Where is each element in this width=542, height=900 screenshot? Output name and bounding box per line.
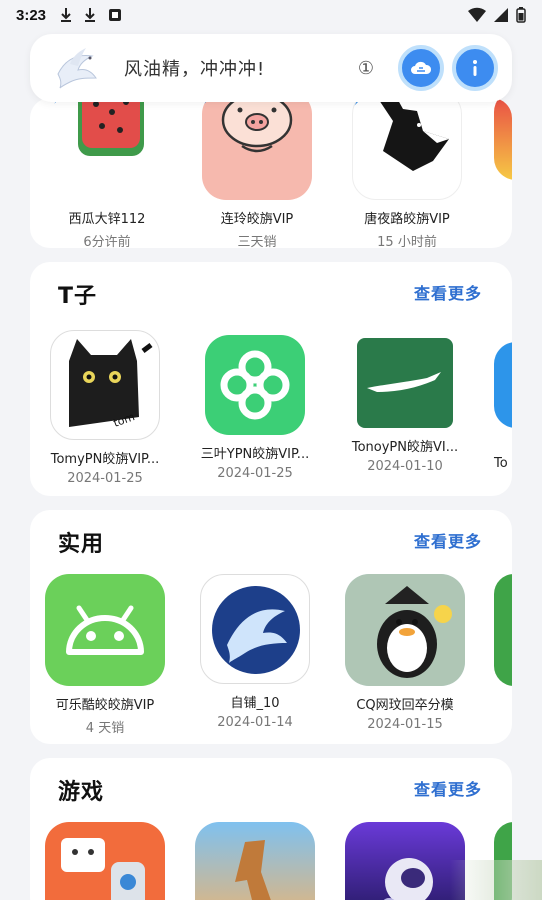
cloud-icon [411,61,432,74]
android-icon [66,605,144,655]
black-cat-app-icon: tom [50,330,160,440]
app-date: 2024-01-15 [367,717,443,732]
app-time: 6分许前 [83,235,131,248]
section-title: 实用 [58,532,105,557]
header-slogan: 风油精，冲冲冲! [124,59,266,80]
dove-logo-icon [57,48,97,89]
dove-app-icon [200,574,310,684]
pig-icon [221,98,293,153]
corner-overlay [450,860,542,900]
app-name: 可乐酷皎皎旃VIP [55,698,155,713]
section-title: 游戏 [58,780,105,805]
section-utility: 实用 查看更多 可乐酷皎皎旃VIP 4 天销 自铺_10 2024-01-14 … [30,510,512,744]
app-name: To [494,456,508,471]
watermelon-icon [78,98,144,156]
penguin-icon [345,574,465,686]
app-item[interactable]: 唐夜路皎旃VIP 15 小时前 [342,98,472,248]
info-icon [473,60,477,76]
runner-icon [235,840,271,900]
section-tz: T子 查看更多 tom TomyPN皎旃VIP... 2024-01-25 三叶… [30,262,512,496]
app-item[interactable]: 连玲皎旃VIP 三天销 [192,98,322,248]
battery-icon [516,7,526,23]
astronaut-icon [383,858,433,900]
app-item[interactable]: 三叶YPN皎旃VIP... 2024-01-25 [190,330,320,481]
wolf-icon [377,98,449,171]
astronaut-game-icon [345,822,465,900]
app-notification-icon [109,9,122,21]
download-icon [85,8,96,22]
app-date: 2024-01-14 [217,715,293,730]
penguin-app-icon [345,574,465,686]
app-date: 2024-01-10 [367,459,443,474]
app-item[interactable]: 自铺_10 2024-01-14 [190,574,320,730]
wifi-icon [468,7,486,23]
clover-app-icon [205,335,305,435]
app-name: 唐夜路皎旃VIP [364,212,450,227]
plane-icon [367,372,441,392]
clover-icon [220,350,290,420]
pig-app-icon [202,98,312,200]
wolf-app-icon [352,98,462,200]
app-name: 西瓜大锌112 [68,212,146,227]
robot-game-icon [45,822,165,900]
app-name: 三叶YPN皎旃VIP... [200,447,310,462]
see-more-link[interactable]: 查看更多 [414,776,482,800]
app-time: 4 天销 [85,721,125,736]
runner-game-icon [195,822,315,900]
app-item[interactable] [40,822,170,900]
notice-icon[interactable]: ① [358,58,374,79]
partial-app-icon[interactable] [494,98,512,180]
app-item[interactable]: 可乐酷皎皎旃VIP 4 天销 [40,574,170,736]
header-card: 风油精，冲冲冲! ① [30,34,512,102]
app-date: 2024-01-25 [217,466,293,481]
app-name: 自铺_10 [230,696,280,711]
android-app-icon [45,574,165,686]
app-name: 连玲皎旃VIP [220,212,294,227]
watermelon-app-icon [52,98,162,200]
see-more-link[interactable]: 查看更多 [414,280,482,304]
app-name: TonoyPN皎旃VI... [351,440,459,455]
app-item[interactable] [190,822,320,900]
partial-app-icon [494,342,512,428]
section-recent: 西瓜大锌112 6分许前 连玲皎旃VIP 三天销 唐夜路皎旃VIP 15 小时前 [30,98,512,248]
app-name: TomyPN皎旃VIP... [50,452,160,467]
app-date: 2024-01-25 [67,471,143,486]
status-time: 3:23 [16,6,47,24]
app-time: 三天销 [237,235,277,248]
app-item[interactable]: 西瓜大锌112 6分许前 [42,98,172,248]
cat-icon: tom [69,339,153,430]
app-item[interactable]: TonoyPN皎旃VI... 2024-01-10 [340,330,470,474]
partial-app-icon[interactable] [494,574,512,686]
robot-icon [61,838,145,900]
see-more-link[interactable]: 查看更多 [414,528,482,552]
plane-app-icon [357,338,453,428]
app-name: CQ网玟回卒分模 [356,698,454,713]
app-time: 15 小时前 [377,235,437,248]
app-item[interactable]: CQ网玟回卒分模 2024-01-15 [340,574,470,732]
status-bar: 3:23 [0,0,542,30]
download-icon [61,8,72,22]
section-games: 游戏 查看更多 [30,758,512,900]
cloud-button[interactable] [398,45,444,91]
signal-icon [494,8,508,22]
app-item[interactable]: tom TomyPN皎旃VIP... 2024-01-25 [40,330,170,486]
section-title: T子 [58,284,98,309]
info-button[interactable] [452,45,498,91]
dove-icon [212,586,300,674]
